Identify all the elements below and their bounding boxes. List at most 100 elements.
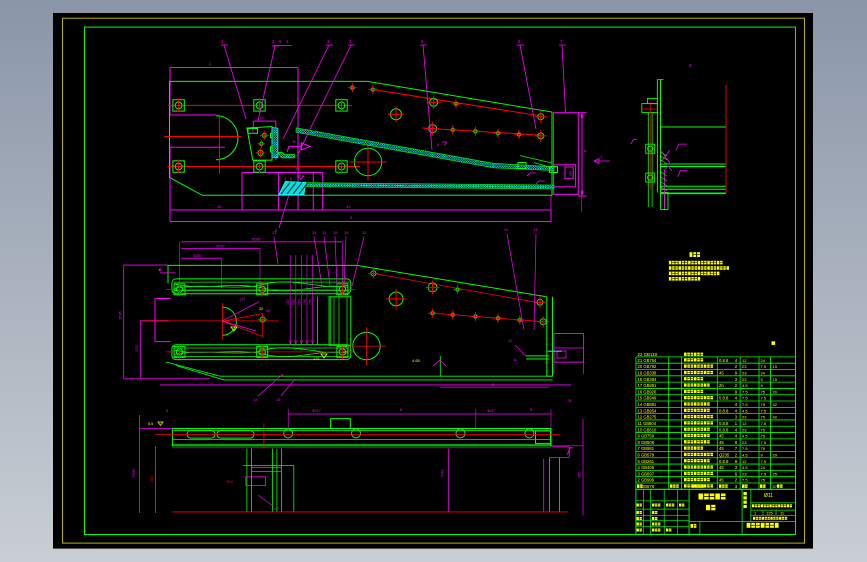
svg-text:75: 75 xyxy=(761,402,766,407)
svg-text:42: 42 xyxy=(773,402,778,407)
svg-text:11 GB804: 11 GB804 xyxy=(638,421,657,426)
svg-text:4087: 4087 xyxy=(193,253,203,258)
svg-text:15: 15 xyxy=(773,377,778,382)
svg-text:6 GB579: 6 GB579 xyxy=(638,452,655,457)
svg-text:45: 45 xyxy=(719,478,724,483)
svg-text:Zn: Zn xyxy=(719,383,725,388)
svg-text:20: 20 xyxy=(773,389,778,394)
svg-text:7.5: 7.5 xyxy=(742,389,748,394)
svg-text:7.5: 7.5 xyxy=(761,408,767,413)
svg-text:10 GB510: 10 GB510 xyxy=(638,427,658,432)
svg-text:32: 32 xyxy=(259,307,263,311)
svg-text:23: 23 xyxy=(742,371,747,376)
svg-text:29: 29 xyxy=(773,452,778,457)
svg-text:0.8.8: 0.8.8 xyxy=(719,459,729,464)
svg-text:153: 153 xyxy=(292,299,296,305)
svg-text:13 GB954: 13 GB954 xyxy=(638,408,658,413)
svg-text:464: 464 xyxy=(150,476,154,482)
svg-text:4 GB405: 4 GB405 xyxy=(638,465,655,470)
svg-text:4.5: 4.5 xyxy=(742,452,748,457)
svg-text:17 GB881: 17 GB881 xyxy=(638,383,658,388)
svg-text:12: 12 xyxy=(508,338,513,343)
svg-text:45.8: 45.8 xyxy=(226,480,233,484)
svg-text:156: 156 xyxy=(309,299,313,305)
svg-text:12: 12 xyxy=(742,421,747,426)
svg-text:7.5: 7.5 xyxy=(761,396,767,401)
svg-text:23: 23 xyxy=(742,415,747,420)
svg-text:7.5: 7.5 xyxy=(761,364,767,369)
svg-text:4.5: 4.5 xyxy=(274,507,279,511)
svg-text:7 GB981: 7 GB981 xyxy=(638,446,655,451)
svg-text:75: 75 xyxy=(761,389,766,394)
svg-text:45: 45 xyxy=(719,446,724,451)
svg-text:5087: 5087 xyxy=(252,237,262,242)
svg-text:7.5: 7.5 xyxy=(742,478,748,483)
svg-text:12: 12 xyxy=(742,459,747,464)
svg-text:75: 75 xyxy=(761,478,766,483)
svg-text:155: 155 xyxy=(303,299,307,305)
svg-text:9 GB758: 9 GB758 xyxy=(638,434,655,439)
svg-text:7.5: 7.5 xyxy=(761,459,767,464)
svg-text:20 GB792: 20 GB792 xyxy=(638,364,658,369)
svg-text:B: B xyxy=(293,139,296,144)
svg-text:8 GB508: 8 GB508 xyxy=(638,440,655,445)
svg-text:45: 45 xyxy=(719,371,724,376)
svg-text:23: 23 xyxy=(742,364,747,369)
svg-text:15: 15 xyxy=(773,364,778,369)
svg-text:78: 78 xyxy=(567,398,572,403)
svg-text:14 GB891: 14 GB891 xyxy=(638,402,658,407)
svg-text:4.5: 4.5 xyxy=(742,408,748,413)
svg-text:15 GB949: 15 GB949 xyxy=(638,396,658,401)
svg-text:21 GB754: 21 GB754 xyxy=(638,358,658,363)
svg-text:125: 125 xyxy=(766,510,773,515)
svg-text:0.8.8: 0.8.8 xyxy=(719,396,729,401)
svg-text:8.5: 8.5 xyxy=(148,422,153,426)
svg-text:75: 75 xyxy=(761,427,766,432)
svg-text:15: 15 xyxy=(344,230,349,235)
svg-text:7000: 7000 xyxy=(131,468,136,478)
svg-text:3087: 3087 xyxy=(216,243,226,248)
svg-text:25: 25 xyxy=(773,471,778,476)
svg-text:12: 12 xyxy=(362,230,367,235)
svg-text:7.5: 7.5 xyxy=(742,402,748,407)
svg-text:14: 14 xyxy=(533,227,538,232)
svg-text:19 GB338: 19 GB338 xyxy=(638,371,658,376)
svg-text:15: 15 xyxy=(333,230,338,235)
svg-text:18 GB384: 18 GB384 xyxy=(638,377,658,382)
svg-text:7.5: 7.5 xyxy=(761,471,767,476)
svg-text:0.8.8: 0.8.8 xyxy=(719,421,729,426)
svg-text:3017: 3017 xyxy=(312,408,322,413)
svg-text:23: 23 xyxy=(742,471,747,476)
svg-text:4.5: 4.5 xyxy=(742,383,748,388)
svg-text:152: 152 xyxy=(286,299,290,305)
svg-text:42: 42 xyxy=(773,415,778,420)
svg-text:12 GB275: 12 GB275 xyxy=(638,415,658,420)
svg-text:7046: 7046 xyxy=(441,470,445,478)
svg-text:13: 13 xyxy=(253,397,258,402)
svg-text:13: 13 xyxy=(272,230,277,235)
svg-text:480: 480 xyxy=(578,472,582,478)
svg-text:Q235: Q235 xyxy=(719,452,730,457)
svg-text:5 GB261: 5 GB261 xyxy=(638,459,655,464)
svg-text:24: 24 xyxy=(761,465,766,470)
svg-text:125: 125 xyxy=(134,345,139,352)
svg-text:114: 114 xyxy=(569,171,573,176)
svg-text:22 GB118: 22 GB118 xyxy=(638,352,658,357)
svg-text:0.8.8: 0.8.8 xyxy=(719,408,729,413)
svg-text:23: 23 xyxy=(742,440,747,445)
svg-text:0.8.8: 0.8.8 xyxy=(719,427,729,432)
svg-text:Ø11: Ø11 xyxy=(764,493,773,499)
svg-text:95: 95 xyxy=(266,308,271,313)
svg-text:7.5: 7.5 xyxy=(761,440,767,445)
svg-text:50: 50 xyxy=(260,115,265,120)
svg-text:23: 23 xyxy=(742,377,747,382)
svg-text:3017: 3017 xyxy=(487,408,497,413)
svg-text:4.5: 4.5 xyxy=(742,465,748,470)
svg-text:45: 45 xyxy=(719,434,724,439)
svg-text:75: 75 xyxy=(761,446,766,451)
svg-text:45: 45 xyxy=(719,440,724,445)
svg-text:43: 43 xyxy=(346,204,351,209)
svg-text:4.65: 4.65 xyxy=(412,358,421,363)
svg-text:24: 24 xyxy=(761,358,766,363)
svg-text:125: 125 xyxy=(313,357,319,361)
